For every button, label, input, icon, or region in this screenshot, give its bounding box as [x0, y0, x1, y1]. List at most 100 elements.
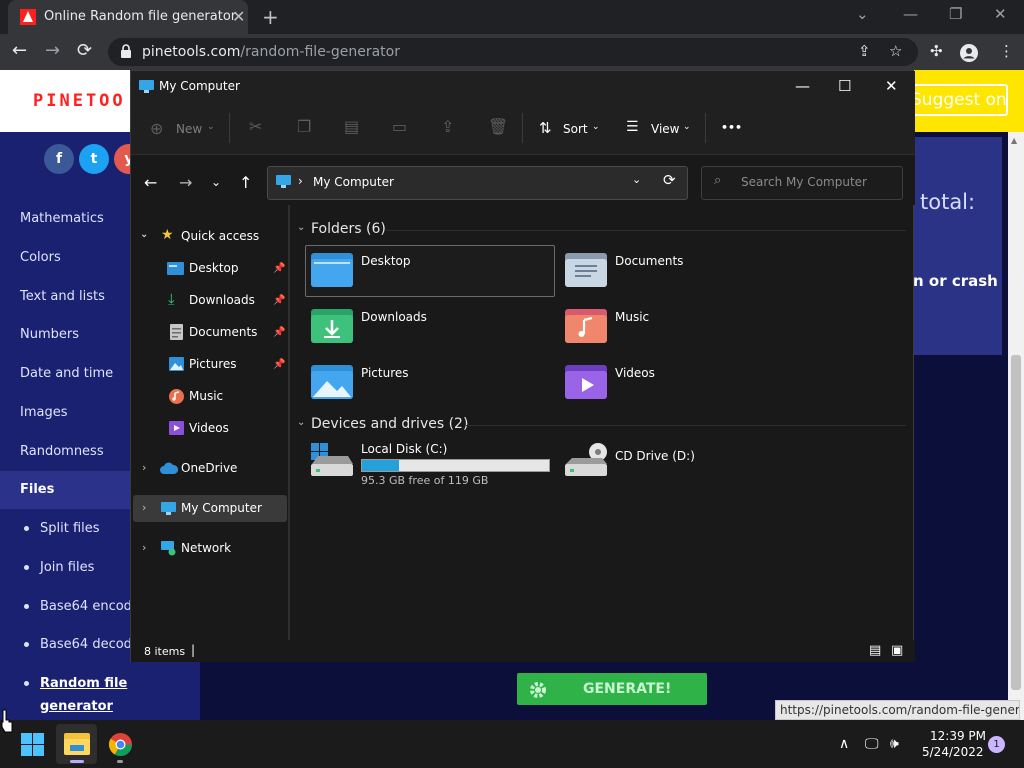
- sidebar-item-numbers[interactable]: Numbers: [20, 327, 79, 342]
- suggest-button[interactable]: Suggest one: [905, 84, 1008, 116]
- twitter-icon[interactable]: t: [79, 144, 109, 174]
- pane-divider[interactable]: [288, 205, 290, 640]
- new-tab-button[interactable]: +: [262, 5, 279, 29]
- site-logo[interactable]: PINETOO: [33, 91, 126, 111]
- pin-icon[interactable]: 📌: [273, 359, 285, 370]
- scroll-up-icon[interactable]: ▲: [1011, 136, 1017, 145]
- share-icon[interactable]: ⇪: [441, 117, 454, 136]
- folder-music[interactable]: Music: [615, 310, 649, 324]
- nav-downloads[interactable]: Downloads: [189, 293, 255, 307]
- sidebar-sub-random-file-generator[interactable]: Random file: [40, 676, 127, 691]
- sidebar-item-images[interactable]: Images: [20, 405, 68, 420]
- sidebar-item-colors[interactable]: Colors: [20, 250, 61, 265]
- tab-close-icon[interactable]: ✕: [232, 7, 245, 26]
- pin-icon[interactable]: 📌: [273, 263, 285, 274]
- copy-icon[interactable]: ❐: [297, 117, 311, 136]
- nav-documents[interactable]: Documents: [189, 325, 257, 339]
- nav-my-computer[interactable]: My Computer: [181, 501, 262, 515]
- sort-icon[interactable]: ⇅: [539, 119, 552, 137]
- new-chevron-icon[interactable]: ⌄: [207, 122, 215, 132]
- paste-icon[interactable]: ▤: [344, 117, 359, 136]
- forward-icon[interactable]: →: [45, 40, 60, 61]
- devices-group-header[interactable]: Devices and drives (2): [311, 416, 468, 432]
- scrollbar-thumb[interactable]: [1011, 355, 1021, 690]
- recent-locations-icon[interactable]: ⌄: [211, 175, 221, 189]
- back-icon[interactable]: ←: [12, 40, 27, 61]
- file-explorer-icon[interactable]: [64, 733, 90, 755]
- taskbar-time[interactable]: 12:39 PM: [930, 729, 986, 743]
- collapse-chevron-icon[interactable]: ⌄: [297, 222, 305, 233]
- sort-button[interactable]: Sort: [563, 122, 588, 136]
- folder-documents[interactable]: Documents: [615, 254, 683, 268]
- expand-chevron-icon[interactable]: ›: [142, 501, 146, 514]
- network-status-icon[interactable]: 🖵: [865, 736, 879, 752]
- view-icon[interactable]: ☰: [626, 119, 639, 135]
- chrome-icon[interactable]: [109, 733, 132, 756]
- new-icon[interactable]: ⊕: [150, 119, 163, 138]
- expand-chevron-icon[interactable]: ›: [142, 461, 146, 474]
- drive-c-name[interactable]: Local Disk (C:): [361, 442, 447, 456]
- explorer-close-icon[interactable]: ✕: [885, 77, 898, 95]
- nav-quick-access[interactable]: Quick access: [181, 229, 259, 243]
- sort-chevron-icon[interactable]: ⌄: [592, 122, 600, 132]
- close-window-icon[interactable]: ✕: [994, 5, 1007, 23]
- nav-videos[interactable]: Videos: [189, 421, 229, 435]
- sidebar-item-mathematics[interactable]: Mathematics: [20, 211, 104, 226]
- tab-search-icon[interactable]: ⌄: [856, 5, 869, 23]
- profile-icon[interactable]: [960, 44, 978, 62]
- reload-icon[interactable]: ⟳: [77, 40, 92, 61]
- nav-network[interactable]: Network: [181, 541, 231, 555]
- more-options-icon[interactable]: •••: [721, 121, 742, 134]
- nav-music[interactable]: Music: [189, 389, 223, 403]
- address-dropdown-icon[interactable]: ⌄: [632, 173, 641, 186]
- forward-icon[interactable]: →: [179, 173, 192, 192]
- folders-group-header[interactable]: Folders (6): [311, 221, 386, 237]
- explorer-maximize-icon[interactable]: ☐: [838, 77, 851, 95]
- pin-icon[interactable]: 📌: [273, 327, 285, 338]
- new-button[interactable]: New: [176, 122, 202, 136]
- notification-badge[interactable]: 1: [988, 736, 1005, 753]
- up-icon[interactable]: ↑: [239, 173, 252, 192]
- back-icon[interactable]: ←: [144, 173, 157, 192]
- windows-start-icon[interactable]: [21, 733, 44, 756]
- facebook-icon[interactable]: f: [44, 144, 74, 174]
- sidebar-item-files[interactable]: Files: [20, 482, 54, 497]
- chrome-menu-icon[interactable]: ⋮: [999, 42, 1014, 60]
- folder-pictures[interactable]: Pictures: [361, 366, 409, 380]
- share-icon[interactable]: ⇪: [858, 42, 871, 60]
- nav-desktop[interactable]: Desktop: [189, 261, 239, 275]
- folder-videos[interactable]: Videos: [615, 366, 655, 380]
- tray-overflow-icon[interactable]: ∧: [839, 736, 849, 752]
- breadcrumb-chevron-icon[interactable]: ›: [298, 174, 303, 188]
- delete-icon[interactable]: 🗑: [488, 117, 508, 136]
- view-button[interactable]: View: [651, 122, 679, 136]
- refresh-icon[interactable]: ⟳: [663, 171, 676, 189]
- generate-label[interactable]: GENERATE!: [583, 681, 671, 697]
- volume-icon[interactable]: 🕪: [890, 736, 899, 752]
- browser-tab[interactable]: Online Random file generator ✕: [8, 0, 248, 34]
- cut-icon[interactable]: ✂: [249, 117, 262, 136]
- pin-icon[interactable]: 📌: [273, 295, 285, 306]
- expand-chevron-icon[interactable]: ›: [142, 541, 146, 554]
- taskbar-date[interactable]: 5/24/2022: [922, 745, 984, 759]
- folder-downloads[interactable]: Downloads: [361, 310, 427, 324]
- drive-d-name[interactable]: CD Drive (D:): [615, 449, 695, 463]
- bookmark-star-icon[interactable]: ☆: [889, 42, 902, 60]
- sidebar-sub-random-file-generator-line2[interactable]: generator: [40, 699, 113, 714]
- details-view-icon[interactable]: ▤: [869, 643, 881, 658]
- sidebar-item-date-and-time[interactable]: Date and time: [20, 366, 113, 381]
- rename-icon[interactable]: ▭: [392, 117, 407, 136]
- sidebar-item-text-and-lists[interactable]: Text and lists: [20, 289, 105, 304]
- tiles-view-icon[interactable]: ▣: [891, 643, 903, 658]
- view-chevron-icon[interactable]: ⌄: [683, 122, 691, 132]
- nav-pictures[interactable]: Pictures: [189, 357, 237, 371]
- address-text[interactable]: My Computer: [313, 175, 394, 189]
- lock-icon[interactable]: [120, 44, 132, 58]
- collapse-chevron-icon[interactable]: ⌄: [297, 417, 305, 428]
- minimize-icon[interactable]: —: [903, 5, 918, 23]
- explorer-minimize-icon[interactable]: —: [795, 77, 810, 95]
- folder-desktop[interactable]: Desktop: [361, 254, 411, 268]
- sidebar-sub-split-files[interactable]: Split files: [40, 521, 100, 536]
- extensions-icon[interactable]: ✣: [930, 42, 943, 60]
- expand-chevron-icon[interactable]: ⌄: [140, 229, 148, 240]
